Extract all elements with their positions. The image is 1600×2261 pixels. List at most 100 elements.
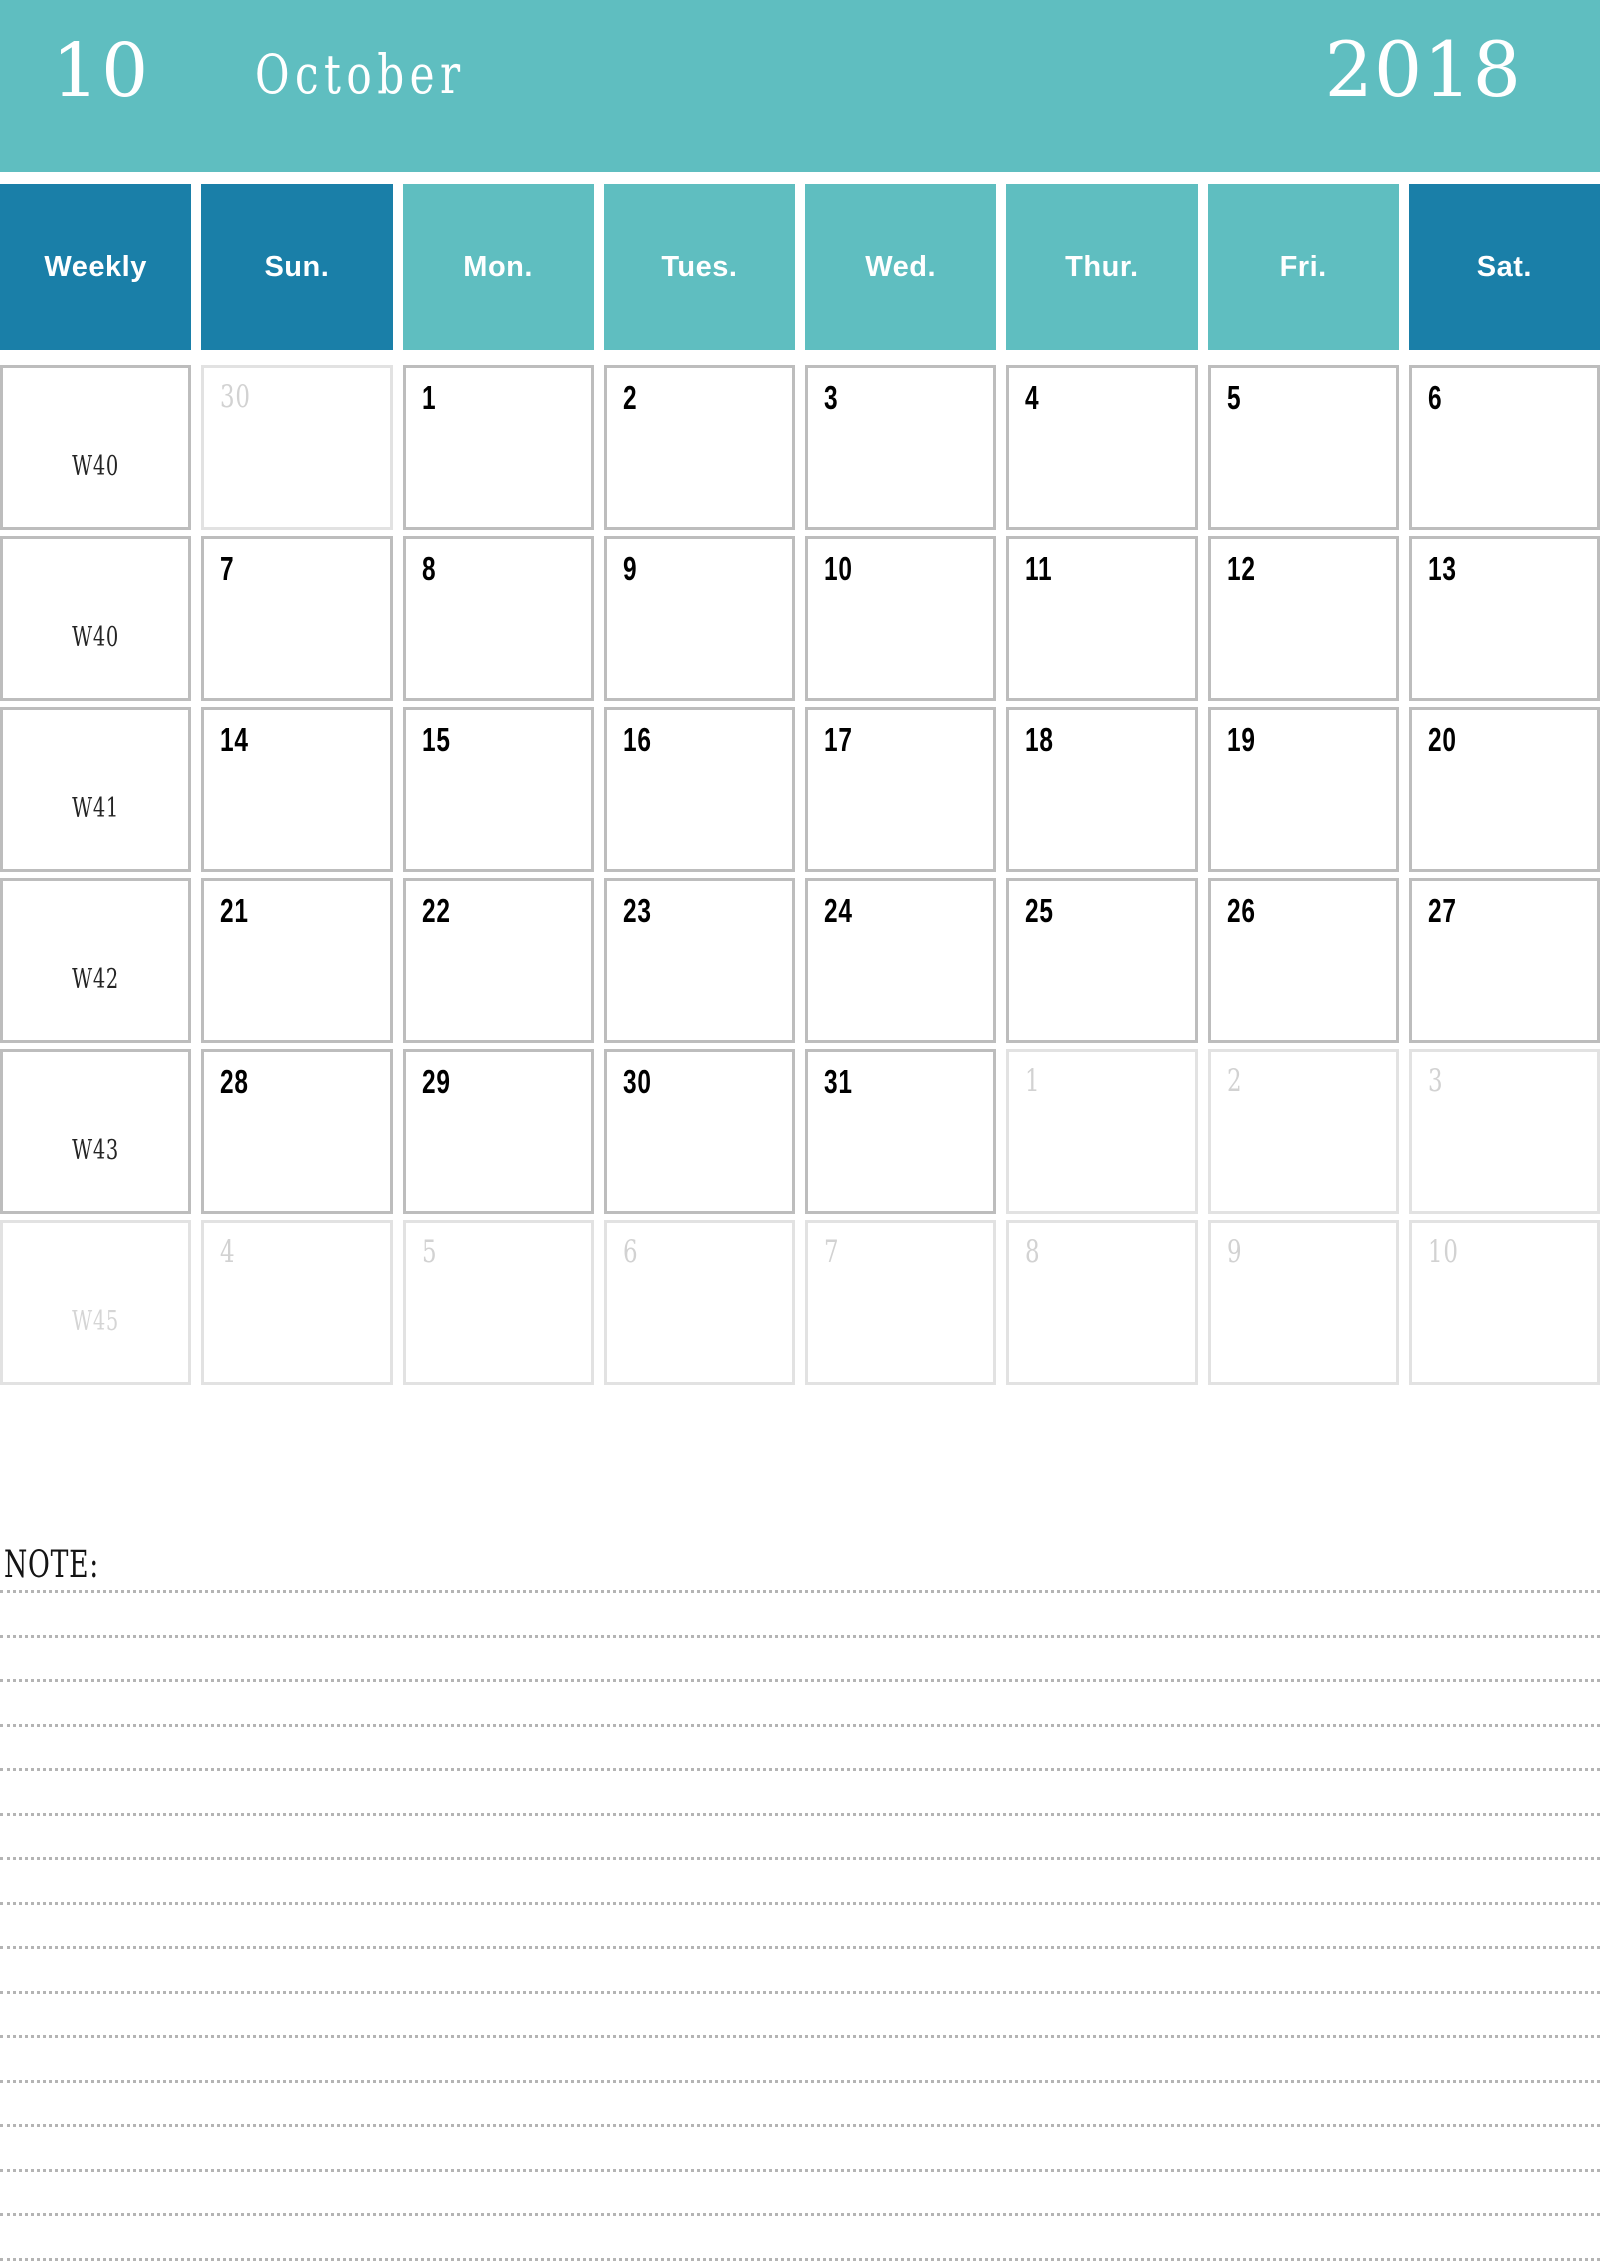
day-cell[interactable]: 5 <box>1207 365 1399 530</box>
day-cell[interactable]: 30 <box>603 1049 795 1214</box>
week-number-cell[interactable]: W41 <box>0 707 192 872</box>
day-cell[interactable]: 21 <box>201 878 393 1043</box>
note-line[interactable] <box>0 1990 1600 1994</box>
day-cell[interactable]: 17 <box>805 707 997 872</box>
week-number-cell[interactable]: W43 <box>0 1049 192 1214</box>
day-number: 4 <box>1025 379 1040 416</box>
note-line[interactable] <box>0 2257 1600 2261</box>
day-number: 31 <box>824 1063 853 1100</box>
day-cell[interactable]: 9 <box>1207 1220 1399 1385</box>
day-cell[interactable]: 14 <box>201 707 393 872</box>
note-line[interactable] <box>0 1946 1600 1949</box>
day-cell[interactable]: 6 <box>1408 365 1600 530</box>
day-cell[interactable]: 4 <box>1006 365 1198 530</box>
note-line[interactable] <box>0 2035 1600 2038</box>
day-number: 5 <box>1226 379 1241 416</box>
day-number: 6 <box>622 1234 639 1270</box>
note-line[interactable] <box>0 1723 1600 1727</box>
day-cell[interactable]: 19 <box>1207 707 1399 872</box>
day-cell[interactable]: 31 <box>805 1049 997 1214</box>
day-cell[interactable]: 29 <box>402 1049 594 1214</box>
day-cell[interactable]: 6 <box>603 1220 795 1385</box>
day-cell[interactable]: 10 <box>805 536 997 701</box>
day-cell[interactable]: 22 <box>402 878 594 1043</box>
day-cell[interactable]: 23 <box>603 878 795 1043</box>
weekday-header-mon: Mon. <box>402 184 594 350</box>
day-cell[interactable]: 1 <box>402 365 594 530</box>
day-cell[interactable]: 26 <box>1207 878 1399 1043</box>
day-cell[interactable]: 1 <box>1006 1049 1198 1214</box>
day-cell[interactable]: 7 <box>805 1220 997 1385</box>
day-number: 10 <box>824 550 853 587</box>
note-line[interactable] <box>0 1590 1600 1593</box>
day-number: 1 <box>1025 1063 1041 1099</box>
day-cell[interactable]: 15 <box>402 707 594 872</box>
day-cell[interactable]: 28 <box>201 1049 393 1214</box>
day-number: 5 <box>421 1234 437 1270</box>
day-number: 2 <box>1226 1063 1242 1099</box>
day-number: 9 <box>1226 1234 1242 1270</box>
week-number-cell[interactable]: W40 <box>0 365 192 530</box>
weekday-header-fri: Fri. <box>1207 184 1399 350</box>
day-cell[interactable]: 12 <box>1207 536 1399 701</box>
day-cell[interactable]: 18 <box>1006 707 1198 872</box>
month-name: October <box>255 43 466 106</box>
week-number-label: W40 <box>72 451 120 482</box>
note-line[interactable] <box>0 2124 1600 2127</box>
day-number: 29 <box>421 1063 451 1100</box>
week-number-cell[interactable]: W40 <box>0 536 192 701</box>
calendar-grid: W40 30 1 2 3 4 5 6 W40 7 8 9 10 11 12 13 W41 14 15 16 17 18 19… <box>0 365 1600 1391</box>
week-row: W43 28 29 30 31 1 2 3 <box>0 1049 1600 1214</box>
note-line[interactable] <box>0 2168 1600 2172</box>
day-cell[interactable]: 5 <box>402 1220 594 1385</box>
note-line[interactable] <box>0 1812 1600 1816</box>
weekday-header-sat: Sat. <box>1408 184 1600 350</box>
day-cell[interactable]: 8 <box>1006 1220 1198 1385</box>
day-cell[interactable]: 25 <box>1006 878 1198 1043</box>
day-cell[interactable]: 27 <box>1408 878 1600 1043</box>
week-row: W45 4 5 6 7 8 9 10 <box>0 1220 1600 1385</box>
week-number-label: W43 <box>72 1135 120 1166</box>
day-cell[interactable]: 2 <box>603 365 795 530</box>
note-line[interactable] <box>0 1768 1600 1771</box>
note-line[interactable] <box>0 2079 1600 2083</box>
day-cell[interactable]: 16 <box>603 707 795 872</box>
week-number-cell[interactable]: W42 <box>0 878 192 1043</box>
note-line[interactable] <box>0 1857 1600 1860</box>
week-row: W40 30 1 2 3 4 5 6 <box>0 365 1600 530</box>
day-number: 19 <box>1226 721 1256 758</box>
note-line[interactable] <box>0 1679 1600 1682</box>
day-cell[interactable]: 9 <box>603 536 795 701</box>
weekday-header-thur: Thur. <box>1006 184 1198 350</box>
note-line[interactable] <box>0 1634 1600 1638</box>
day-cell[interactable]: 10 <box>1408 1220 1600 1385</box>
note-line[interactable] <box>0 1901 1600 1905</box>
weekday-header-sun: Sun. <box>201 184 393 350</box>
day-cell[interactable]: 30 <box>201 365 393 530</box>
day-number: 23 <box>622 892 652 929</box>
day-cell[interactable]: 4 <box>201 1220 393 1385</box>
day-cell[interactable]: 3 <box>1408 1049 1600 1214</box>
week-number-cell[interactable]: W45 <box>0 1220 192 1385</box>
day-cell[interactable]: 3 <box>805 365 997 530</box>
day-cell[interactable]: 20 <box>1408 707 1600 872</box>
day-cell[interactable]: 8 <box>402 536 594 701</box>
day-number: 3 <box>1427 1063 1444 1099</box>
day-cell[interactable]: 2 <box>1207 1049 1399 1214</box>
weekday-header-row: Weekly Sun. Mon. Tues. Wed. Thur. Fri. Sat. <box>0 184 1600 350</box>
note-line[interactable] <box>0 2213 1600 2216</box>
day-number: 4 <box>220 1234 236 1270</box>
month-banner: 10 October 2018 <box>0 0 1600 172</box>
day-number: 22 <box>421 892 451 929</box>
day-cell[interactable]: 7 <box>201 536 393 701</box>
day-number: 17 <box>824 721 853 758</box>
day-cell[interactable]: 24 <box>805 878 997 1043</box>
day-cell[interactable]: 13 <box>1408 536 1600 701</box>
week-number-label: W40 <box>72 622 120 653</box>
day-number: 9 <box>622 550 638 587</box>
day-cell[interactable]: 11 <box>1006 536 1198 701</box>
day-number: 28 <box>220 1063 249 1100</box>
week-row: W41 14 15 16 17 18 19 20 <box>0 707 1600 872</box>
day-number: 25 <box>1025 892 1054 929</box>
week-number-label: W45 <box>72 1306 120 1337</box>
